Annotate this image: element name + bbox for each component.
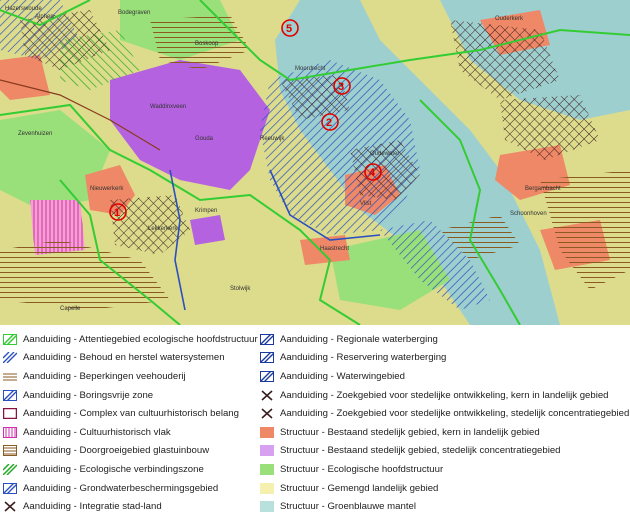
place-label: Haastrecht — [320, 246, 349, 252]
place-label: Ouderkerk — [495, 16, 524, 22]
legend-swatch-icon — [260, 333, 274, 345]
legend-item: Aanduiding - Integratie stad-land — [3, 497, 258, 516]
legend-swatch-icon — [3, 445, 17, 457]
legend-label: Structuur - Ecologische hoofdstructuur — [280, 463, 444, 475]
legend-label: Aanduiding - Doorgroeigebied glastuinbou… — [23, 445, 210, 457]
legend-label: Aanduiding - Boringsvrije zone — [23, 389, 154, 401]
place-label: Reeuwijk — [260, 136, 285, 142]
map-legend: Aanduiding - Attentiegebied ecologische … — [0, 330, 630, 518]
legend-item: Aanduiding - Behoud en herstel watersyst… — [3, 349, 258, 368]
legend-swatch-icon — [3, 408, 17, 420]
place-label: Lekkerkerk — [148, 226, 178, 232]
legend-label: Aanduiding - Cultuurhistorisch vlak — [23, 426, 171, 438]
place-label: Nieuwerkerk — [90, 186, 124, 192]
urban-concentration-small — [190, 215, 225, 245]
svg-text:5: 5 — [286, 23, 292, 35]
legend-label: Aanduiding - Beperkingen veehouderij — [23, 370, 186, 382]
legend-swatch-icon — [3, 501, 17, 513]
place-label: Boskoop — [195, 41, 219, 47]
place-label: Waddinxveen — [150, 104, 186, 110]
place-label: Hazerswoude — [5, 6, 42, 12]
legend-label: Aanduiding - Zoekgebied voor stedelijke … — [280, 408, 630, 420]
legend-swatch-icon — [3, 482, 17, 494]
legend-swatch-icon — [260, 501, 274, 513]
legend-swatch-icon — [3, 352, 17, 364]
legend-swatch-icon — [3, 333, 17, 345]
place-label: Bodegraven — [118, 10, 150, 16]
legend-item: Aanduiding - Attentiegebied ecologische … — [3, 330, 258, 349]
svg-text:4: 4 — [369, 167, 376, 179]
legend-swatch-icon — [260, 370, 274, 382]
legend-item: Aanduiding - Zoekgebied voor stedelijke … — [260, 386, 629, 405]
legend-swatch-icon — [260, 408, 274, 420]
place-label: Stolwijk — [230, 286, 251, 292]
place-label: Schoonhoven — [510, 211, 547, 217]
legend-item: Aanduiding - Beperkingen veehouderij — [3, 367, 258, 386]
legend-swatch-icon — [260, 445, 274, 457]
place-label: Gouda — [195, 136, 214, 142]
legend-label: Aanduiding - Zoekgebied voor stedelijke … — [280, 389, 609, 401]
place-label: Capelle — [60, 306, 81, 312]
place-label: Alphen — [35, 14, 54, 20]
legend-item: Aanduiding - Cultuurhistorisch vlak — [3, 423, 258, 442]
place-label: Krimpen — [195, 208, 217, 214]
legend-item: Structuur - Ecologische hoofdstructuur — [260, 460, 629, 479]
legend-item: Aanduiding - Regionale waterberging — [260, 330, 629, 349]
legend-label: Aanduiding - Complex van cultuurhistoris… — [23, 408, 239, 420]
svg-text:2: 2 — [326, 117, 332, 129]
legend-label: Aanduiding - Behoud en herstel watersyst… — [23, 352, 225, 364]
legend-item: Structuur - Gemengd landelijk gebied — [260, 479, 629, 498]
legend-swatch-icon — [260, 463, 274, 475]
legend-label: Aanduiding - Ecologische verbindingszone — [23, 463, 204, 475]
legend-item: Aanduiding - Complex van cultuurhistoris… — [3, 404, 258, 423]
legend-item: Structuur - Bestaand stedelijk gebied, s… — [260, 442, 629, 461]
legend-label: Aanduiding - Regionale waterberging — [280, 333, 438, 345]
place-label: Bergambacht — [525, 186, 561, 192]
place-label: Oudewater — [370, 151, 399, 157]
legend-item: Aanduiding - Reservering waterberging — [260, 349, 629, 368]
legend-label: Structuur - Bestaand stedelijk gebied, k… — [280, 426, 540, 438]
legend-item: Aanduiding - Zoekgebied voor stedelijke … — [260, 404, 629, 423]
legend-item: Aanduiding - Grondwaterbeschermingsgebie… — [3, 479, 258, 498]
legend-label: Structuur - Groenblauwe mantel — [280, 501, 416, 513]
legend-swatch-icon — [260, 352, 274, 364]
legend-swatch-icon — [3, 463, 17, 475]
legend-item: Structuur - Bestaand stedelijk gebied, k… — [260, 423, 629, 442]
legend-column-right: Aanduiding - Regionale waterberging Aandu… — [260, 330, 629, 516]
legend-swatch-icon — [260, 389, 274, 401]
map-canvas[interactable]: Hazerswoude Alphen Bodegraven Boskoop Wa… — [0, 0, 630, 325]
legend-label: Aanduiding - Waterwingebied — [280, 370, 405, 382]
legend-item: Aanduiding - Boringsvrije zone — [3, 386, 258, 405]
legend-column-left: Aanduiding - Attentiegebied ecologische … — [3, 330, 258, 516]
legend-label: Aanduiding - Integratie stad-land — [23, 501, 162, 513]
legend-label: Structuur - Gemengd landelijk gebied — [280, 482, 439, 494]
legend-item: Aanduiding - Doorgroeigebied glastuinbou… — [3, 442, 258, 461]
legend-item: Structuur - Groenblauwe mantel — [260, 497, 629, 516]
place-label: Moordrecht — [295, 66, 326, 72]
legend-item: Aanduiding - Waterwingebied — [260, 367, 629, 386]
svg-text:1: 1 — [114, 207, 120, 219]
legend-label: Structuur - Bestaand stedelijk gebied, s… — [280, 445, 561, 457]
legend-swatch-icon — [3, 426, 17, 438]
legend-swatch-icon — [3, 370, 17, 382]
legend-label: Aanduiding - Attentiegebied ecologische … — [23, 333, 258, 345]
legend-swatch-icon — [260, 482, 274, 494]
legend-item: Aanduiding - Ecologische verbindingszone — [3, 460, 258, 479]
svg-text:3: 3 — [338, 81, 344, 93]
place-label: Vlist — [360, 201, 372, 207]
legend-swatch-icon — [3, 389, 17, 401]
legend-swatch-icon — [260, 426, 274, 438]
legend-label: Aanduiding - Reservering waterberging — [280, 352, 447, 364]
place-label: Zevenhuizen — [18, 131, 52, 137]
legend-label: Aanduiding - Grondwaterbeschermingsgebie… — [23, 482, 219, 494]
